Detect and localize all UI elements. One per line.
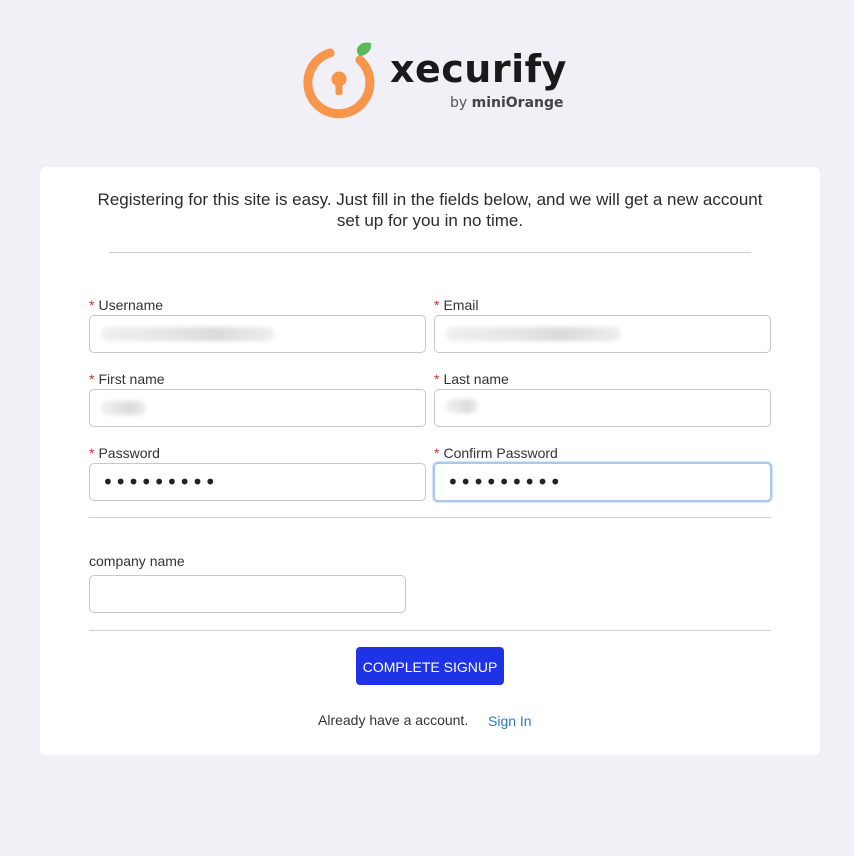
username-label-text: Username: [98, 297, 164, 313]
last-name-label: * Last name: [434, 371, 509, 387]
confirm-password-label: * Confirm Password: [434, 445, 558, 461]
keyhole-logo-icon: [303, 42, 375, 119]
last-name-input[interactable]: [434, 389, 771, 427]
last-name-redacted-value: [446, 399, 478, 413]
xecurify-logo: xecurify by miniOrange: [302, 42, 567, 122]
username-redacted-value: [101, 327, 274, 341]
password-label-text: Password: [98, 445, 160, 461]
intro-text: Registering for this site is easy. Just …: [97, 190, 763, 230]
already-have-account-text: Already have a account.: [318, 712, 469, 728]
first-name-redacted-value: [101, 401, 146, 415]
brand-name: xecurify: [390, 47, 567, 91]
required-marker: *: [89, 371, 95, 387]
divider-bottom: [89, 630, 771, 631]
company-name-input[interactable]: [89, 575, 406, 613]
brand-by-prefix: by: [450, 95, 472, 111]
email-redacted-value: [446, 327, 621, 341]
required-marker: *: [89, 297, 95, 313]
signup-card: Registering for this site is easy. Just …: [40, 167, 820, 755]
required-marker: *: [434, 297, 440, 313]
sign-in-link[interactable]: Sign In: [488, 713, 532, 729]
first-name-label-text: First name: [98, 371, 165, 387]
password-input[interactable]: [89, 463, 426, 501]
required-marker: *: [434, 445, 440, 461]
brand-company: miniOrange: [471, 95, 564, 111]
username-label: * Username: [89, 297, 163, 313]
company-name-label: company name: [89, 553, 185, 569]
divider-top: [109, 252, 751, 253]
confirm-password-label-text: Confirm Password: [443, 445, 558, 461]
required-marker: *: [89, 445, 95, 461]
divider-middle: [89, 517, 771, 518]
confirm-password-input[interactable]: [433, 462, 772, 502]
complete-signup-button[interactable]: COMPLETE SIGNUP: [356, 647, 504, 685]
first-name-label: * First name: [89, 371, 165, 387]
last-name-label-text: Last name: [443, 371, 509, 387]
email-label: * Email: [434, 297, 478, 313]
password-label: * Password: [89, 445, 160, 461]
brand-byline: by miniOrange: [450, 96, 564, 110]
email-label-text: Email: [443, 297, 479, 313]
required-marker: *: [434, 371, 440, 387]
